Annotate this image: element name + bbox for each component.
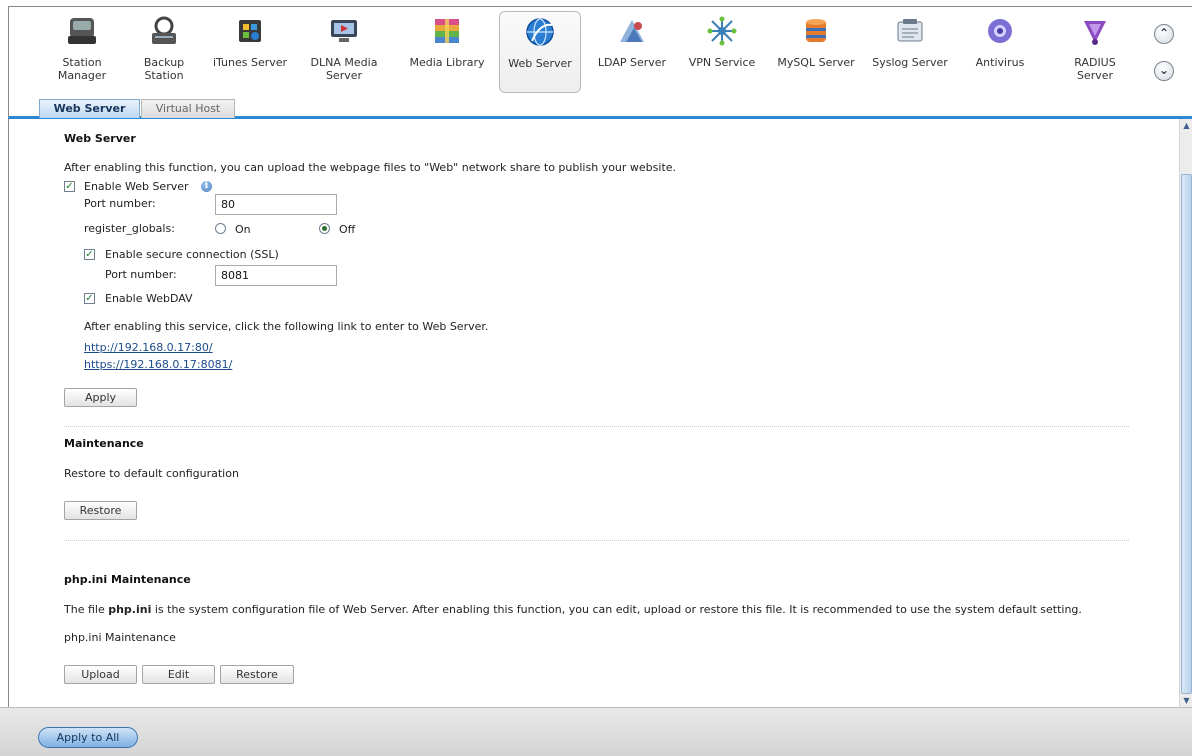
ssl-port-number-label: Port number: xyxy=(105,268,177,281)
app-label: Media Library xyxy=(409,56,485,69)
enable-web-server-label: Enable Web Server xyxy=(84,180,189,193)
tab-virtual-host[interactable]: Virtual Host xyxy=(141,99,235,118)
enable-ssl-checkbox[interactable]: ✓ xyxy=(84,249,95,260)
enable-ssl-label: Enable secure connection (SSL) xyxy=(105,248,279,261)
chevron-up-icon[interactable]: ⌃ xyxy=(1154,24,1174,44)
app-media-library[interactable]: Media Library xyxy=(407,7,487,93)
restore-default-button[interactable]: Restore xyxy=(64,501,137,520)
register-globals-label: register_globals: xyxy=(84,222,175,235)
divider xyxy=(64,426,1129,427)
app-ldap-server[interactable]: LDAP Server xyxy=(592,7,672,93)
php-ini-label: php.ini Maintenance xyxy=(64,631,176,644)
link-note: After enabling this service, click the f… xyxy=(84,320,489,333)
scroll-up-arrow-icon[interactable]: ▲ xyxy=(1181,120,1192,132)
tab-web-server[interactable]: Web Server xyxy=(39,99,140,118)
station-manager-icon xyxy=(68,18,96,44)
register-globals-off-label: Off xyxy=(339,223,356,236)
enable-webdav-checkbox[interactable]: ✓ xyxy=(84,293,95,304)
port-number-input[interactable] xyxy=(215,194,337,215)
app-web-server[interactable]: Web Server xyxy=(499,11,581,93)
section-title-web-server: Web Server xyxy=(64,132,136,145)
port-number-label: Port number: xyxy=(84,197,156,210)
footer-bar: Apply to All xyxy=(0,707,1192,756)
ssl-port-number-input[interactable] xyxy=(215,265,337,286)
web-server-description: After enabling this function, you can up… xyxy=(64,161,677,174)
scrollbar-thumb[interactable] xyxy=(1181,174,1192,694)
https-link[interactable]: https://192.168.0.17:8081/ xyxy=(84,358,232,371)
app-vpn-service[interactable]: VPN Service xyxy=(682,7,762,93)
apply-to-all-button[interactable]: Apply to All xyxy=(38,727,138,748)
enable-web-server-checkbox[interactable]: ✓ xyxy=(64,181,75,192)
app-label: Station Manager xyxy=(57,56,107,82)
apply-button[interactable]: Apply xyxy=(64,388,137,407)
itunes-server-icon xyxy=(239,20,261,42)
ldap-server-icon xyxy=(620,20,644,42)
backup-station-icon xyxy=(152,16,176,44)
restore-php-ini-button[interactable]: Restore xyxy=(220,665,294,684)
upload-button[interactable]: Upload xyxy=(64,665,137,684)
radio-selected-dot xyxy=(322,226,327,231)
chevron-down-icon[interactable]: ⌄ xyxy=(1154,61,1174,81)
vertical-scrollbar[interactable]: ▲ ▼ xyxy=(1179,119,1192,707)
app-dlna-media-server[interactable]: DLNA Media Server xyxy=(304,7,384,93)
php-ini-desc-file: php.ini xyxy=(108,603,152,616)
web-server-icon xyxy=(526,18,554,46)
app-antivirus[interactable]: Antivirus xyxy=(960,7,1040,93)
app-label: DLNA Media Server xyxy=(310,56,378,82)
register-globals-on-radio[interactable] xyxy=(215,223,226,234)
sub-tabs: Web Server Virtual Host xyxy=(8,98,1192,119)
info-icon[interactable]: i xyxy=(201,181,212,192)
maintenance-description: Restore to default configuration xyxy=(64,467,239,480)
app-radius-server[interactable]: RADIUS Server xyxy=(1055,7,1135,93)
mysql-server-icon xyxy=(806,19,826,42)
php-ini-description: The file php.ini is the system configura… xyxy=(64,603,1082,616)
edit-button[interactable]: Edit xyxy=(142,665,215,684)
media-library-icon xyxy=(435,19,459,43)
app-toolbar: Station Manager Backup Station iTunes Se… xyxy=(8,6,1192,101)
scroll-down-arrow-icon[interactable]: ▼ xyxy=(1181,695,1192,707)
syslog-server-icon xyxy=(897,19,923,42)
php-ini-desc-prefix: The file xyxy=(64,603,109,616)
app-syslog-server[interactable]: Syslog Server xyxy=(870,7,950,93)
app-label: Web Server xyxy=(508,57,572,70)
section-title-maintenance: Maintenance xyxy=(64,437,144,450)
section-title-php-ini: php.ini Maintenance xyxy=(64,573,191,586)
app-label: Syslog Server xyxy=(872,56,948,69)
app-backup-station[interactable]: Backup Station xyxy=(124,7,204,93)
http-link[interactable]: http://192.168.0.17:80/ xyxy=(84,341,213,354)
dlna-media-server-icon xyxy=(331,20,357,42)
app-label: Backup Station xyxy=(143,56,185,82)
app-label: LDAP Server xyxy=(597,56,667,69)
vpn-service-icon xyxy=(707,16,737,46)
app-label: VPN Service xyxy=(688,56,756,69)
main-content: Web Server After enabling this function,… xyxy=(8,119,1192,707)
app-label: iTunes Server xyxy=(212,56,288,69)
antivirus-icon xyxy=(988,19,1012,43)
divider xyxy=(64,540,1129,541)
app-itunes-server[interactable]: iTunes Server xyxy=(210,7,290,93)
register-globals-off-radio[interactable] xyxy=(319,223,330,234)
app-mysql-server[interactable]: MySQL Server xyxy=(776,7,856,93)
app-label: Antivirus xyxy=(975,56,1025,69)
enable-webdav-label: Enable WebDAV xyxy=(105,292,193,305)
app-label: MySQL Server xyxy=(777,56,855,69)
register-globals-on-label: On xyxy=(235,223,251,236)
app-label: RADIUS Server xyxy=(1074,56,1116,82)
php-ini-desc-suffix: is the system configuration file of Web … xyxy=(151,603,1082,616)
radius-server-icon xyxy=(1084,21,1106,45)
app-station-manager[interactable]: Station Manager xyxy=(42,7,122,93)
